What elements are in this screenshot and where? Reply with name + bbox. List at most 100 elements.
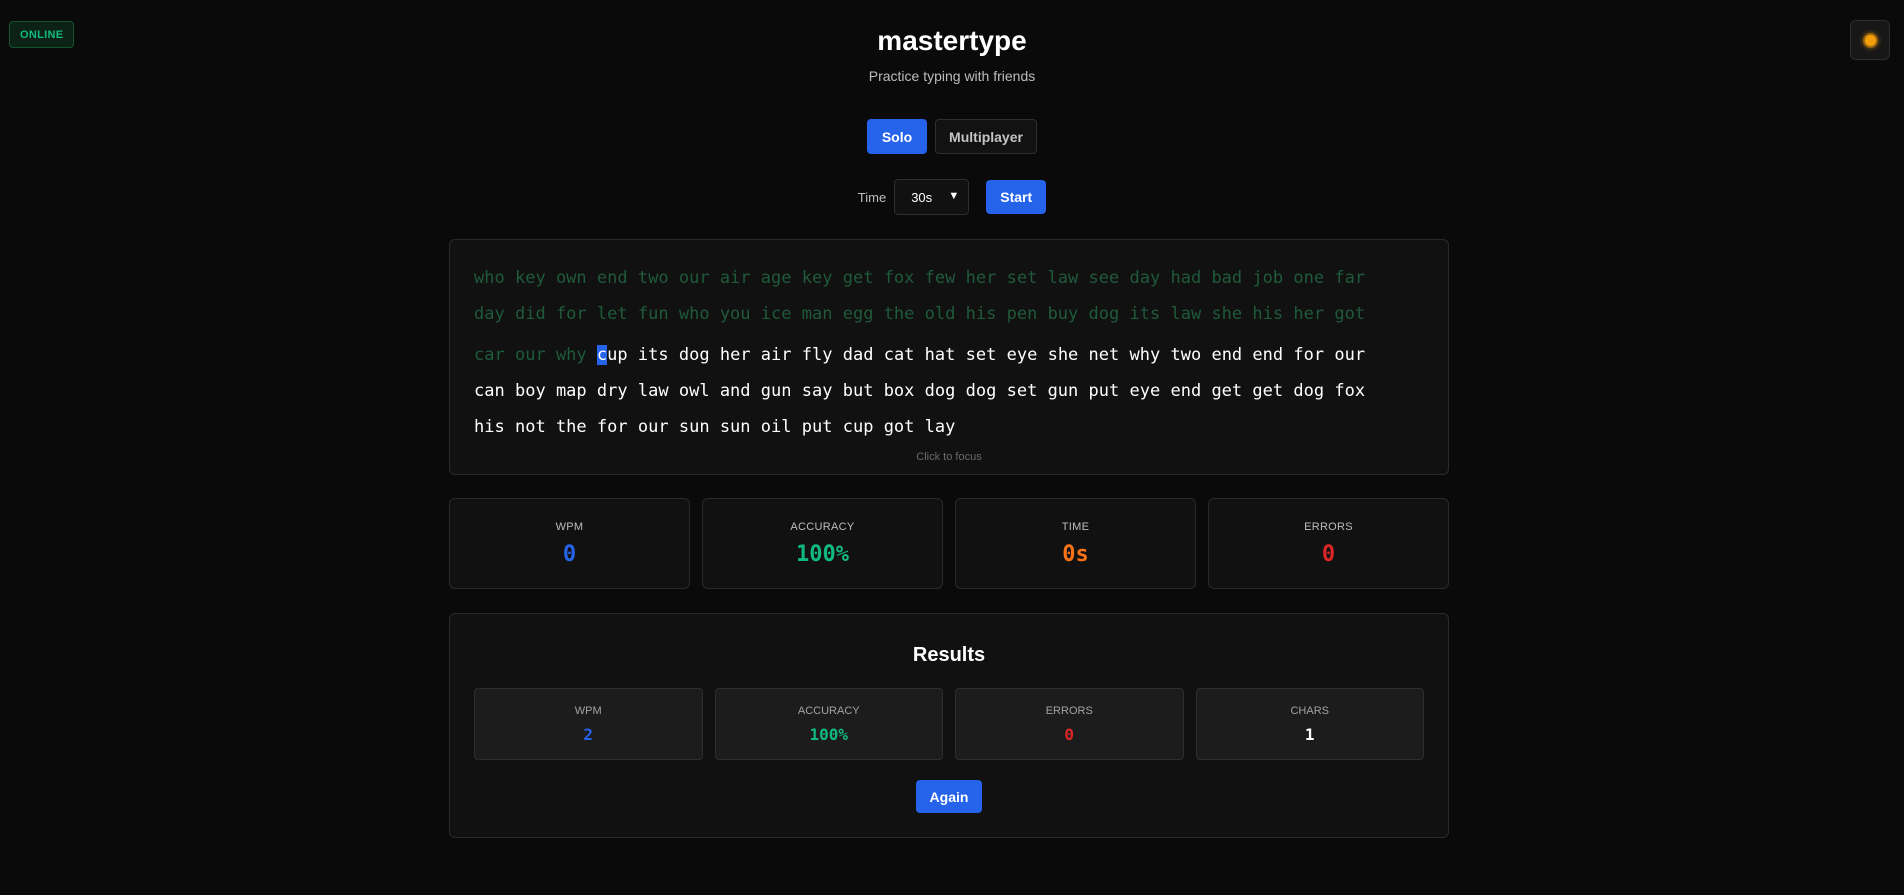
typing-area[interactable]: who key own end two our air age key get …	[449, 239, 1449, 475]
word: day	[1129, 268, 1161, 288]
word: fun	[637, 304, 669, 324]
errors-stat-card: ERRORS 0	[1208, 498, 1449, 589]
word: and	[719, 381, 751, 401]
word: fox	[883, 268, 915, 288]
result-wpm-label: WPM	[574, 704, 602, 717]
word: hat	[924, 345, 956, 365]
result-wpm-value: 2	[583, 724, 594, 744]
word: cup	[842, 417, 874, 437]
results-grid: WPM 2 ACCURACY 100% ERRORS 0 CHARS 1	[474, 688, 1424, 760]
word: bad	[1211, 268, 1243, 288]
word: air	[760, 345, 792, 365]
solo-button[interactable]: Solo	[867, 119, 927, 154]
accuracy-stat-card: ACCURACY 100%	[702, 498, 943, 589]
current-line: car our why cup its dog her air fly dad …	[474, 345, 1365, 365]
word: law	[1047, 268, 1079, 288]
word: her	[719, 345, 751, 365]
word: its	[1129, 304, 1161, 324]
word: put	[1088, 381, 1120, 401]
page-title: mastertype	[877, 25, 1027, 56]
typing-cursor: c	[596, 345, 608, 365]
word: dog	[965, 381, 997, 401]
word: for	[596, 417, 628, 437]
word: dad	[842, 345, 874, 365]
word: end	[1170, 381, 1202, 401]
result-errors-label: ERRORS	[1045, 704, 1093, 717]
word: old	[924, 304, 956, 324]
word: she	[1047, 345, 1079, 365]
word: air	[719, 268, 751, 288]
word: fly	[801, 345, 833, 365]
word: far	[1334, 268, 1366, 288]
word: his	[965, 304, 997, 324]
chevron-down-icon: ▼	[948, 190, 960, 202]
typed-words: car our why	[474, 345, 587, 365]
word: one	[1293, 268, 1325, 288]
word: our	[678, 268, 710, 288]
word: our	[514, 345, 546, 365]
word: its	[637, 345, 669, 365]
word: law	[637, 381, 669, 401]
word: buy	[1047, 304, 1079, 324]
word: car	[474, 345, 505, 365]
word: dog	[924, 381, 956, 401]
word: put	[801, 417, 833, 437]
word: her	[965, 268, 997, 288]
time-select-value: 30s	[911, 189, 933, 205]
word: not	[514, 417, 546, 437]
game-controls: Time 30s ▼ Start	[0, 179, 1904, 215]
wpm-stat-card: WPM 0	[449, 498, 690, 589]
word: our	[637, 417, 669, 437]
word: get	[1252, 381, 1284, 401]
word: why	[555, 345, 587, 365]
word: key	[801, 268, 833, 288]
word: can	[474, 381, 505, 401]
word: net	[1088, 345, 1120, 365]
result-accuracy-card: ACCURACY 100%	[714, 688, 943, 760]
time-stat-value: 0s	[1062, 541, 1089, 567]
result-wpm-card: WPM 2	[474, 688, 703, 760]
typed-line-2: day did for let fun who you ice man egg …	[474, 304, 1365, 324]
pending-line-4: can boy map dry law owl and gun say but …	[474, 381, 1365, 401]
time-select[interactable]: 30s ▼	[894, 179, 970, 215]
typed-line-1: who key own end two our air age key get …	[474, 268, 1365, 288]
word: sun	[719, 417, 751, 437]
results-panel: Results WPM 2 ACCURACY 100% ERRORS 0 CHA…	[449, 613, 1449, 838]
errors-stat-label: ERRORS	[1304, 520, 1353, 533]
result-accuracy-value: 100%	[809, 724, 849, 744]
pending-line-5: his not the for our sun sun oil put cup …	[474, 417, 955, 437]
focus-hint: Click to focus	[916, 451, 982, 463]
word: she	[1211, 304, 1243, 324]
result-chars-card: CHARS 1	[1195, 688, 1424, 760]
word: man	[801, 304, 833, 324]
word: pen	[1006, 304, 1038, 324]
word: ice	[760, 304, 792, 324]
start-button[interactable]: Start	[986, 180, 1047, 214]
word: law	[1170, 304, 1202, 324]
word: fox	[1334, 381, 1366, 401]
word: say	[801, 381, 833, 401]
word: dog	[678, 345, 710, 365]
word: the	[883, 304, 915, 324]
word: box	[883, 381, 915, 401]
live-stats: WPM 0 ACCURACY 100% TIME 0s ERRORS 0	[449, 498, 1449, 589]
time-stat-label: TIME	[1061, 520, 1090, 533]
word: why	[1129, 345, 1161, 365]
again-button[interactable]: Again	[916, 780, 982, 813]
time-label: Time	[857, 189, 887, 205]
accuracy-stat-label: ACCURACY	[790, 520, 855, 533]
word: his	[474, 417, 505, 437]
result-chars-value: 1	[1304, 724, 1315, 744]
word: boy	[514, 381, 546, 401]
word: two	[1170, 345, 1202, 365]
word: let	[596, 304, 628, 324]
accuracy-stat-value: 100%	[796, 541, 849, 567]
word: oil	[760, 417, 792, 437]
word: set	[1006, 381, 1038, 401]
word: owl	[678, 381, 710, 401]
multiplayer-button[interactable]: Multiplayer	[935, 119, 1037, 154]
results-title: Results	[912, 644, 986, 666]
word: the	[555, 417, 587, 437]
wpm-stat-label: WPM	[555, 520, 584, 533]
word: lay	[924, 417, 956, 437]
